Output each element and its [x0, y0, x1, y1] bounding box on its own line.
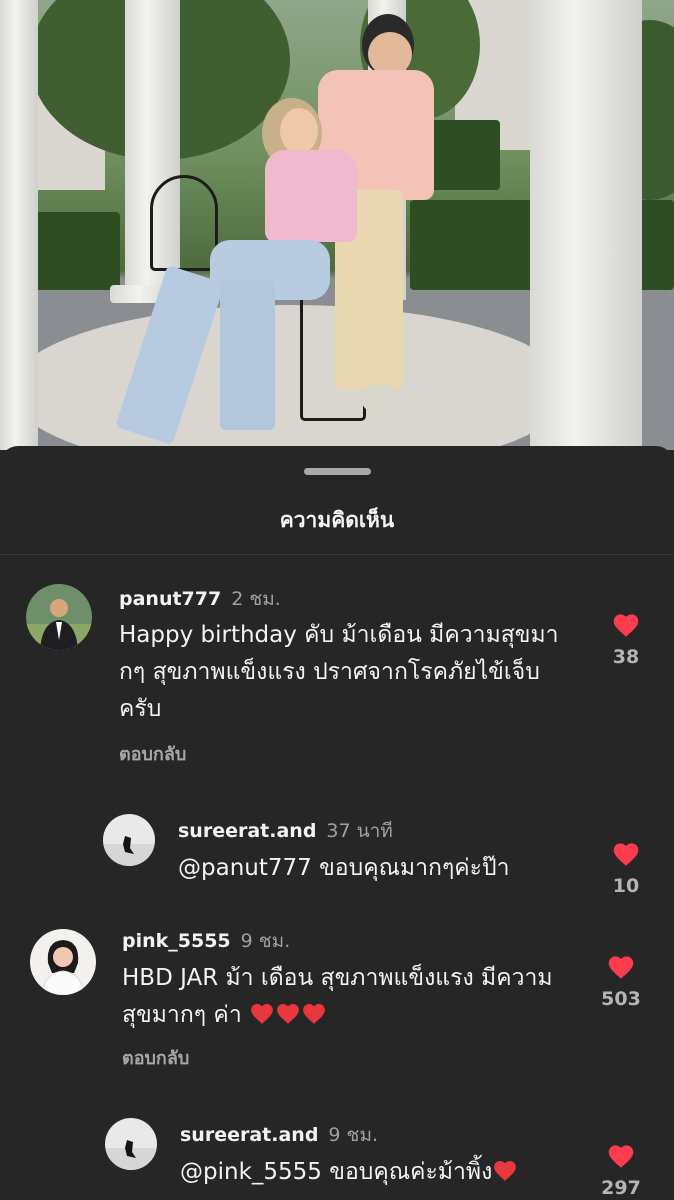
comment-text: @pink_5555 ขอบคุณค่ะม้าพิ้ง: [180, 1154, 580, 1191]
like-count: 297: [601, 1177, 641, 1199]
reply-button[interactable]: ตอบกลับ: [122, 1043, 189, 1072]
like-count: 10: [612, 875, 640, 897]
comment-text: @panut777 ขอบคุณมากๆค่ะป๊า: [178, 855, 510, 881]
comment-meta: sureerat.and 37 นาที: [178, 816, 393, 846]
username[interactable]: panut777: [119, 588, 221, 610]
heart-icon: [613, 843, 639, 866]
comments-sheet: ความคิดเห็น panut777 2 ชม. Happy birthday…: [0, 446, 674, 1200]
like-count: 38: [612, 646, 640, 668]
drag-handle[interactable]: [304, 468, 371, 475]
red-heart-emoji-icon: [277, 1004, 299, 1024]
avatar[interactable]: [30, 929, 96, 995]
comment-text-content: HBD JAR ม้า เดือน สุขภาพแข็งแรง มีความสุ…: [122, 965, 553, 1028]
red-heart-emoji-icon: [251, 1004, 273, 1024]
like-button[interactable]: 503: [591, 953, 651, 1010]
red-heart-emoji-icon: [494, 1161, 517, 1181]
comment-text-content: @pink_5555 ขอบคุณค่ะม้าพิ้ง: [180, 1159, 493, 1185]
timestamp: 9 ชม.: [240, 930, 291, 952]
like-button[interactable]: 38: [596, 611, 656, 668]
username[interactable]: pink_5555: [122, 930, 231, 952]
comment-text: HBD JAR ม้า เดือน สุขภาพแข็งแรง มีความสุ…: [122, 960, 562, 1034]
username[interactable]: sureerat.and: [178, 820, 316, 842]
avatar[interactable]: [103, 814, 155, 866]
heart-icon: [608, 1145, 634, 1168]
timestamp: 2 ชม.: [231, 588, 281, 610]
like-count: 503: [601, 988, 641, 1010]
reply-button[interactable]: ตอบกลับ: [119, 739, 186, 768]
comment-meta: panut777 2 ชม.: [119, 584, 281, 614]
red-heart-emoji-icon: [303, 1004, 325, 1024]
avatar[interactable]: [105, 1118, 157, 1170]
like-button[interactable]: 297: [591, 1142, 651, 1199]
sheet-title: ความคิดเห็น: [279, 508, 395, 532]
timestamp: 9 ชม.: [328, 1124, 379, 1146]
comment-meta: sureerat.and 9 ชม.: [180, 1120, 378, 1150]
comment-text: Happy birthday คับ ม้าเดือน มีความสุขมาก…: [119, 622, 559, 722]
post-photo: [0, 0, 674, 450]
timestamp: 37 นาที: [326, 820, 393, 842]
comment-meta: pink_5555 9 ชม.: [122, 926, 290, 956]
divider: [0, 554, 674, 555]
username[interactable]: sureerat.and: [180, 1124, 318, 1146]
heart-icon: [608, 956, 634, 979]
like-button[interactable]: 10: [596, 840, 656, 897]
heart-icon: [613, 614, 639, 637]
avatar[interactable]: [26, 584, 92, 650]
